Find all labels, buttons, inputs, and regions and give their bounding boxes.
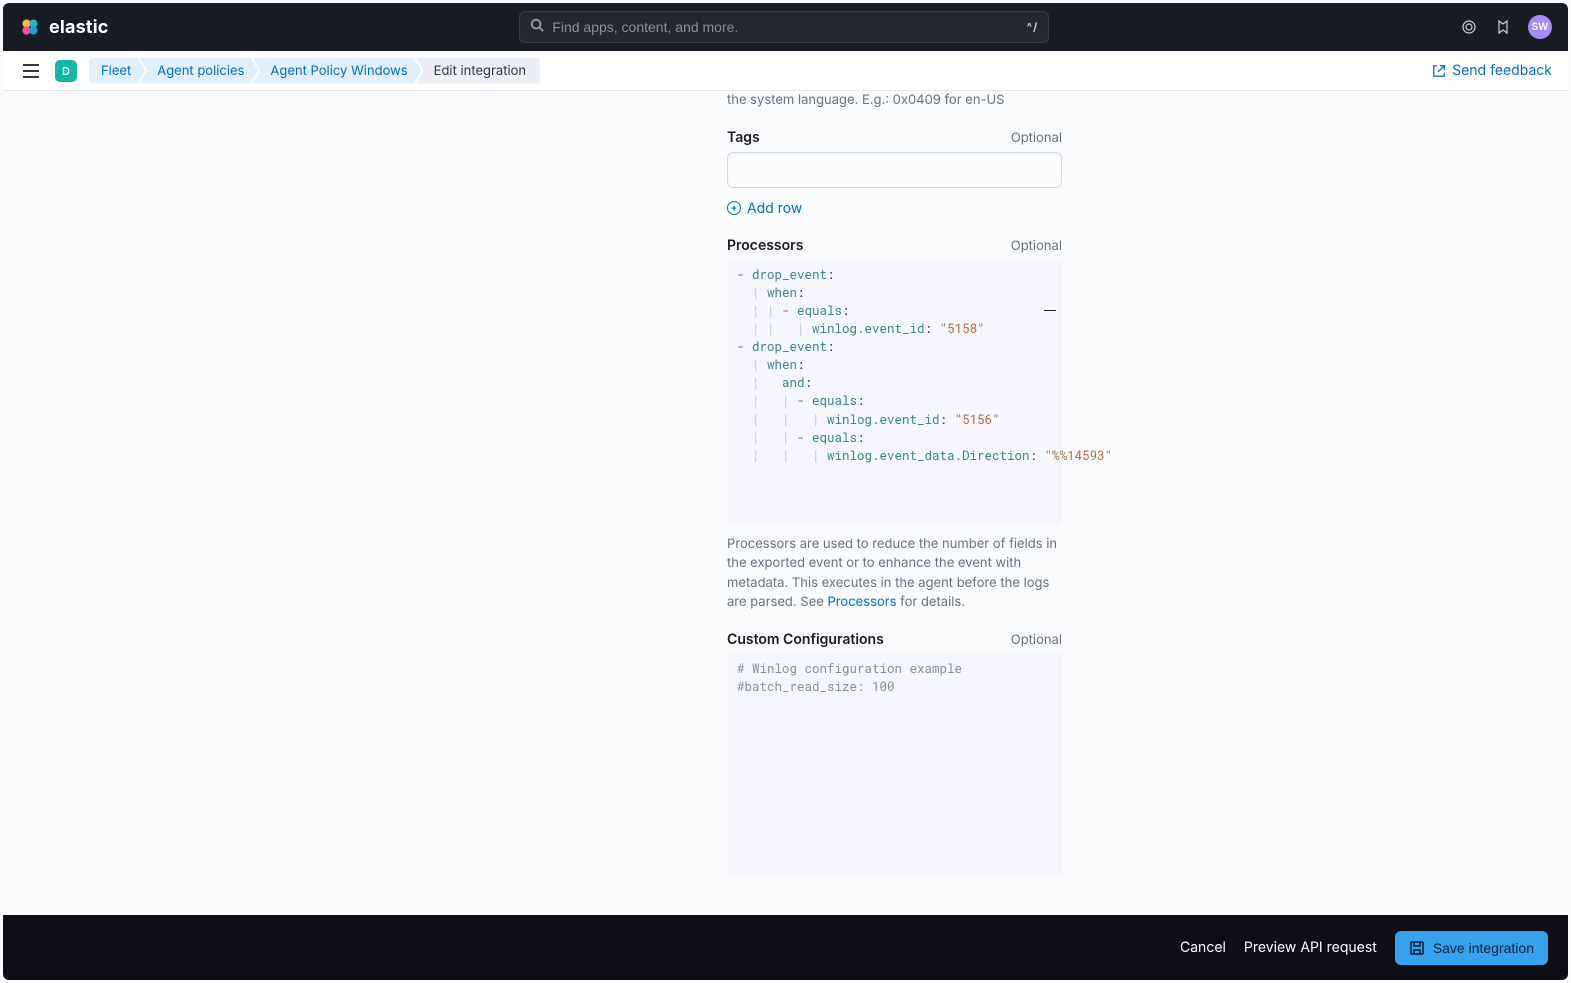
custom-config-field: Custom Configurations Optional # Winlog … xyxy=(727,631,1062,876)
custom-line-2: #batch_read_size: 100 xyxy=(737,679,895,695)
brand-logo[interactable]: elastic xyxy=(19,16,109,38)
footer-bar: Cancel Preview API request Save integrat… xyxy=(3,915,1568,980)
user-avatar[interactable]: SW xyxy=(1528,15,1552,39)
search-input[interactable] xyxy=(552,19,1018,35)
popout-icon xyxy=(1432,64,1446,78)
newsfeed-icon[interactable] xyxy=(1494,18,1512,36)
add-row-label: Add row xyxy=(747,200,802,217)
crumb-fleet[interactable]: Fleet xyxy=(89,58,145,84)
preview-api-request-button[interactable]: Preview API request xyxy=(1244,939,1377,956)
send-feedback-link[interactable]: Send feedback xyxy=(1432,62,1552,79)
processors-field: Processors Optional - drop_event: | when… xyxy=(727,237,1062,613)
processors-help-post: for details. xyxy=(897,594,966,610)
search-shortcut-hint: ^/ xyxy=(1027,20,1039,34)
processors-doc-link[interactable]: Processors xyxy=(827,594,896,610)
search-wrap: ^/ xyxy=(125,11,1444,43)
top-header: elastic ^/ SW xyxy=(3,3,1568,51)
tags-field: Tags Optional xyxy=(727,129,1062,188)
custom-config-editor[interactable]: # Winlog configuration example #batch_re… xyxy=(727,654,1062,876)
space-selector[interactable]: D xyxy=(55,60,77,82)
editor-cursor xyxy=(1044,310,1056,312)
processors-optional: Optional xyxy=(1011,238,1062,254)
save-integration-button[interactable]: Save integration xyxy=(1395,931,1548,965)
plus-circle-icon: + xyxy=(727,201,741,215)
header-actions: SW xyxy=(1460,15,1552,39)
save-icon xyxy=(1409,940,1425,956)
add-row-button[interactable]: + Add row xyxy=(727,200,1062,217)
crumb-edit-integration: Edit integration xyxy=(416,58,540,84)
tags-input[interactable] xyxy=(727,152,1062,188)
help-icon[interactable] xyxy=(1460,18,1478,36)
locale-hint: the system language. E.g.: 0x0409 for en… xyxy=(727,91,1062,111)
save-integration-label: Save integration xyxy=(1433,940,1534,956)
nav-toggle-button[interactable] xyxy=(19,59,43,83)
sub-header: D Fleet Agent policies Agent Policy Wind… xyxy=(3,51,1568,91)
crumb-agent-policy-windows[interactable]: Agent Policy Windows xyxy=(252,58,421,84)
custom-line-1: # Winlog configuration example xyxy=(737,661,962,677)
form-column: the system language. E.g.: 0x0409 for en… xyxy=(727,91,1062,876)
cancel-button[interactable]: Cancel xyxy=(1180,939,1226,956)
custom-config-optional: Optional xyxy=(1011,632,1062,648)
breadcrumb: Fleet Agent policies Agent Policy Window… xyxy=(89,58,540,84)
tags-optional: Optional xyxy=(1011,130,1062,146)
send-feedback-label: Send feedback xyxy=(1452,62,1552,79)
processors-editor[interactable]: - drop_event: | when: | | - equals: | | … xyxy=(727,260,1062,525)
processors-label: Processors xyxy=(727,237,803,254)
elastic-logo-icon xyxy=(19,16,41,38)
custom-config-label: Custom Configurations xyxy=(727,631,884,648)
global-search[interactable]: ^/ xyxy=(519,11,1049,43)
main-content: the system language. E.g.: 0x0409 for en… xyxy=(3,91,1568,912)
search-icon xyxy=(530,18,544,36)
processors-help: Processors are used to reduce the number… xyxy=(727,535,1062,613)
tags-label: Tags xyxy=(727,129,760,146)
brand-name: elastic xyxy=(49,17,109,38)
crumb-agent-policies[interactable]: Agent policies xyxy=(139,58,258,84)
